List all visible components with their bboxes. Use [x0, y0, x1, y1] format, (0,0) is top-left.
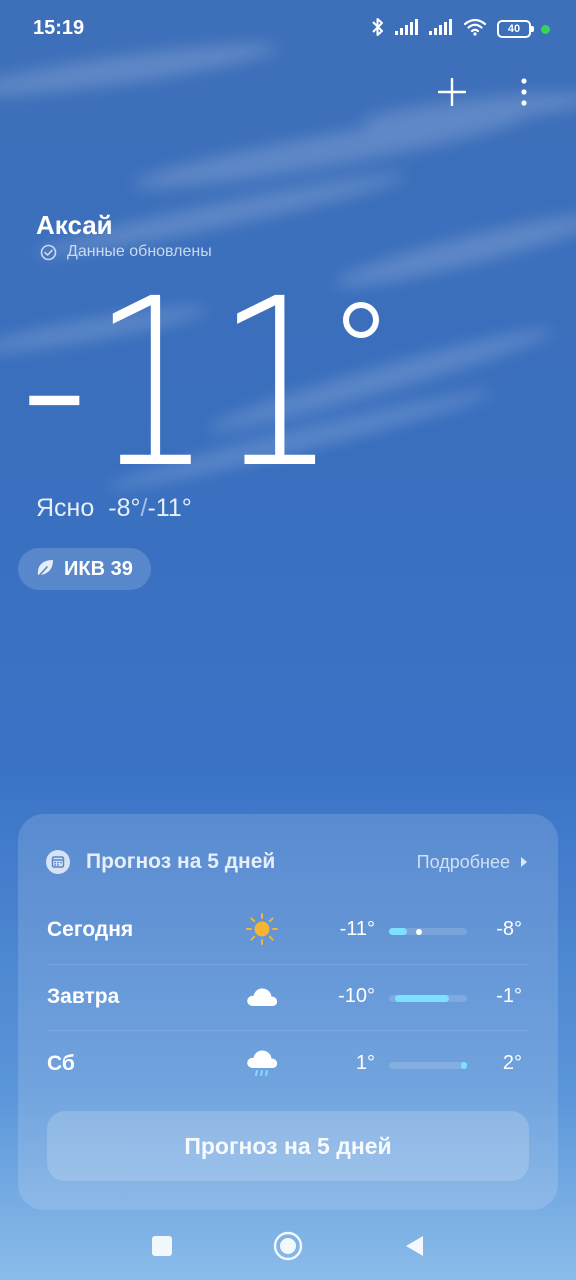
- home-circle-icon: [273, 1231, 303, 1261]
- more-label: Подробнее: [416, 851, 510, 872]
- condition-text: Ясно: [36, 494, 95, 522]
- forecast-title-wrap: Прогноз на 5 дней: [46, 850, 275, 874]
- current-temp-marker: [416, 928, 422, 935]
- forecast-min: 1°: [355, 1052, 375, 1074]
- high-low-range: -8°/-11°: [108, 494, 191, 523]
- forecast-title: Прогноз на 5 дней: [86, 850, 276, 873]
- more-menu-button[interactable]: [508, 74, 540, 110]
- forecast-row[interactable]: Сб 1° 2°: [47, 1032, 527, 1098]
- status-time: 15:19: [33, 17, 85, 39]
- aqi-label: ИКВ 39: [64, 557, 133, 580]
- leaf-icon: [36, 560, 53, 579]
- calendar-icon: [46, 850, 70, 874]
- temp-range-bar: [389, 995, 467, 1002]
- cloud-icon: [247, 988, 278, 1006]
- status-bar: 15:19 40: [0, 0, 576, 58]
- forecast-header: Прогноз на 5 дней Подробнее: [46, 850, 528, 874]
- plus-icon: [438, 78, 466, 106]
- aqi-badge[interactable]: ИКВ 39: [18, 548, 151, 590]
- add-city-button[interactable]: [436, 74, 468, 110]
- current-temperature: -11: [20, 249, 341, 519]
- forecast-row[interactable]: Сегодня -11° -8°: [47, 898, 527, 964]
- more-vertical-icon: [521, 78, 527, 106]
- forecast-day: Сегодня: [47, 918, 134, 941]
- status-icons: 40: [371, 17, 550, 41]
- temp-range-bar: [389, 928, 467, 935]
- forecast-day: Завтра: [47, 985, 120, 1008]
- temp-range-fill: [389, 928, 407, 935]
- temp-range-fill: [395, 995, 449, 1002]
- triangle-right-icon: [521, 857, 527, 867]
- privacy-dot: [541, 24, 550, 34]
- bluetooth-icon: [371, 17, 385, 42]
- square-icon: [152, 1236, 172, 1256]
- high-temp: -8°: [108, 494, 141, 522]
- sun-icon: [246, 913, 278, 945]
- temp-range-fill: [461, 1062, 467, 1069]
- city-name: Аксай: [36, 210, 113, 240]
- forecast-row[interactable]: Завтра -10° -1°: [47, 965, 527, 1031]
- back-button[interactable]: [398, 1230, 430, 1262]
- forecast-max: -8°: [496, 918, 522, 940]
- forecast-card: Прогноз на 5 дней Подробнее Сегодня -11°…: [18, 814, 558, 1210]
- forecast-max: -1°: [496, 985, 522, 1007]
- degree-symbol: [343, 302, 379, 338]
- home-button[interactable]: [272, 1230, 304, 1262]
- back-triangle-icon: [406, 1236, 423, 1256]
- top-actions: [436, 74, 540, 110]
- signal-icon: [395, 18, 419, 40]
- row-divider: [47, 1030, 528, 1031]
- signal-icon: [429, 18, 453, 40]
- forecast-min: -10°: [338, 985, 375, 1007]
- low-temp: -11°: [147, 494, 192, 522]
- forecast-min: -11°: [339, 918, 375, 940]
- temp-range-bar: [389, 1062, 467, 1069]
- five-day-forecast-button[interactable]: Прогноз на 5 дней: [47, 1111, 529, 1181]
- forecast-more-link[interactable]: Подробнее: [417, 852, 528, 873]
- navigation-bar: [0, 1214, 576, 1280]
- forecast-max: 2°: [502, 1052, 522, 1074]
- current-condition: Ясно -8°/-11°: [36, 494, 192, 523]
- recents-button[interactable]: [146, 1230, 178, 1262]
- rain-cloud-icon: [247, 1050, 278, 1076]
- wifi-icon: [463, 18, 487, 41]
- forecast-day: Сб: [47, 1052, 75, 1075]
- battery-icon: 40: [497, 20, 534, 38]
